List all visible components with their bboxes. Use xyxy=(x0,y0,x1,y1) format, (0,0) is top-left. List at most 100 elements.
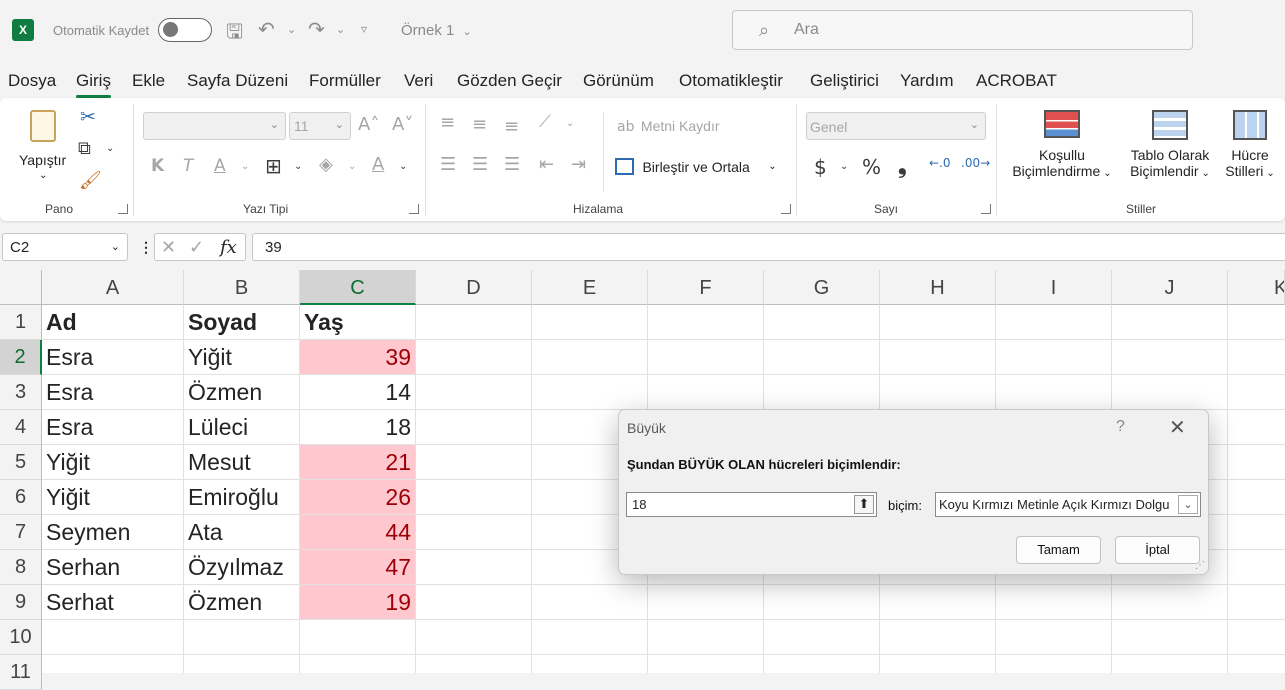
menu-yardim[interactable]: Yardım xyxy=(900,71,954,91)
cell-a7[interactable]: Seymen xyxy=(42,515,184,550)
cell-a4[interactable]: Esra xyxy=(42,410,184,445)
cell-b6[interactable]: Emiroğlu xyxy=(184,480,300,515)
menu-ekle[interactable]: Ekle xyxy=(132,71,165,91)
cell-c7[interactable]: 44 xyxy=(300,515,416,550)
font-size-combo[interactable]: 11 ⌄ xyxy=(289,112,351,140)
enter-icon[interactable]: ✓ xyxy=(189,237,204,258)
column-header-c[interactable]: C xyxy=(300,270,416,305)
cut-icon[interactable]: ✂ xyxy=(80,106,96,128)
empty-rows-area[interactable] xyxy=(42,620,416,673)
cell-a8[interactable]: Serhan xyxy=(42,550,184,585)
decrease-decimal-icon[interactable]: .00→ xyxy=(961,156,990,170)
cell-b2[interactable]: Yiğit xyxy=(184,340,300,375)
cell-b8[interactable]: Özyılmaz xyxy=(184,550,300,585)
italic-button[interactable]: T xyxy=(183,156,193,176)
conditional-formatting-button[interactable]: Koşullu Biçimlendirme ⌄ xyxy=(1006,110,1118,190)
fill-color-icon[interactable]: ◈ xyxy=(319,154,333,175)
row-header-4[interactable]: 4 xyxy=(0,410,42,445)
borders-dropdown-icon[interactable]: ⌄ xyxy=(294,161,302,172)
cancel-icon[interactable]: ✕ xyxy=(161,237,176,258)
cell-c3[interactable]: 14 xyxy=(300,375,416,410)
menu-gorunum[interactable]: Görünüm xyxy=(583,71,654,91)
threshold-input[interactable]: 18 ⬆ xyxy=(626,492,877,517)
row-header-3[interactable]: 3 xyxy=(0,375,42,410)
increase-indent-icon[interactable]: ⇥ xyxy=(571,154,586,175)
cell-c2[interactable]: 39 xyxy=(300,340,416,375)
font-color-icon[interactable]: A xyxy=(372,154,384,175)
column-header-e[interactable]: E xyxy=(532,270,648,305)
cancel-button[interactable]: İptal xyxy=(1115,536,1200,564)
menu-gelistirici[interactable]: Geliştirici xyxy=(810,71,879,91)
increase-font-icon[interactable]: A˄ xyxy=(358,114,379,135)
increase-decimal-icon[interactable]: ←.0 xyxy=(929,156,951,170)
row-header-2[interactable]: 2 xyxy=(0,340,42,375)
cell-a3[interactable]: Esra xyxy=(42,375,184,410)
cell-a9[interactable]: Serhat xyxy=(42,585,184,620)
close-icon[interactable]: ✕ xyxy=(1169,415,1186,439)
format-select[interactable]: Koyu Kırmızı Metinle Açık Kırmızı Dolgu … xyxy=(935,492,1201,517)
select-all-corner[interactable] xyxy=(0,270,42,305)
row-header-7[interactable]: 7 xyxy=(0,515,42,550)
undo-icon[interactable]: ↶ xyxy=(258,17,275,41)
align-right-icon[interactable]: ☰ xyxy=(504,154,520,175)
column-header-i[interactable]: I xyxy=(996,270,1112,305)
format-as-table-button[interactable]: Tablo Olarak Biçimlendir ⌄ xyxy=(1122,110,1218,190)
function-icon[interactable]: fx xyxy=(220,237,237,258)
align-left-icon[interactable]: ☰ xyxy=(440,154,456,175)
menu-sayfa-duzeni[interactable]: Sayfa Düzeni xyxy=(187,71,288,91)
cell-b3[interactable]: Özmen xyxy=(184,375,300,410)
copy-dropdown-icon[interactable]: ⌄ xyxy=(106,143,114,154)
column-header-f[interactable]: F xyxy=(648,270,764,305)
file-name[interactable]: Örnek 1 ⌄ xyxy=(401,22,472,39)
cell-b4[interactable]: Lüleci xyxy=(184,410,300,445)
decrease-font-icon[interactable]: A˅ xyxy=(392,114,413,135)
column-header-j[interactable]: J xyxy=(1112,270,1228,305)
decrease-indent-icon[interactable]: ⇤ xyxy=(539,154,554,175)
more-icon[interactable]: ⋮ xyxy=(139,239,153,256)
cell-c8[interactable]: 47 xyxy=(300,550,416,585)
menu-giris[interactable]: Giriş xyxy=(76,71,111,98)
formula-input[interactable]: 39 xyxy=(252,233,1285,261)
fill-dropdown-icon[interactable]: ⌄ xyxy=(348,161,356,172)
cell-a1[interactable]: Ad xyxy=(42,305,184,340)
bold-button[interactable]: K xyxy=(151,156,164,176)
underline-dropdown-icon[interactable]: ⌄ xyxy=(241,161,249,172)
borders-icon[interactable]: ⊞ xyxy=(265,154,282,178)
currency-dropdown-icon[interactable]: ⌄ xyxy=(840,161,848,172)
save-icon[interactable]: 🖫 xyxy=(226,17,243,51)
align-bottom-icon[interactable]: ≡ xyxy=(504,116,519,137)
help-button[interactable]: ? xyxy=(1116,418,1125,436)
row-header-5[interactable]: 5 xyxy=(0,445,42,480)
undo-dropdown-icon[interactable]: ⌄ xyxy=(287,23,296,36)
row-header-6[interactable]: 6 xyxy=(0,480,42,515)
underline-button[interactable]: A xyxy=(214,156,226,176)
name-box[interactable]: C2 ⌄ xyxy=(2,233,128,261)
cell-c4[interactable]: 18 xyxy=(300,410,416,445)
align-top-icon[interactable]: ≡ xyxy=(440,112,455,133)
alignment-launcher-icon[interactable] xyxy=(781,204,791,214)
orientation-icon[interactable]: ⟋ xyxy=(539,112,551,132)
column-header-d[interactable]: D xyxy=(416,270,532,305)
autosave-toggle[interactable] xyxy=(158,18,212,42)
redo-dropdown-icon[interactable]: ⌄ xyxy=(336,23,345,36)
cell-a2[interactable]: Esra xyxy=(42,340,184,375)
customize-toolbar-icon[interactable]: ▿ xyxy=(361,22,367,36)
chevron-down-icon[interactable]: ⌄ xyxy=(1178,495,1198,514)
cell-c1[interactable]: Yaş xyxy=(300,305,416,340)
cell-b1[interactable]: Soyad xyxy=(184,305,300,340)
number-format-combo[interactable]: Genel ⌄ xyxy=(806,112,986,140)
pano-launcher-icon[interactable] xyxy=(118,204,128,214)
column-header-g[interactable]: G xyxy=(764,270,880,305)
menu-otomatiklestir[interactable]: Otomatikleştir xyxy=(679,71,783,91)
menu-dosya[interactable]: Dosya xyxy=(8,71,56,91)
cell-b5[interactable]: Mesut xyxy=(184,445,300,480)
currency-button[interactable]: $ xyxy=(814,155,827,179)
row-header-8[interactable]: 8 xyxy=(0,550,42,585)
search-box[interactable]: ⌕ Ara xyxy=(732,10,1193,50)
align-middle-icon[interactable]: ≡ xyxy=(472,114,487,135)
paste-button[interactable]: Yapıştır ⌄ xyxy=(14,106,72,194)
cell-c9[interactable]: 19 xyxy=(300,585,416,620)
format-painter-icon[interactable]: 🖌 xyxy=(79,170,102,191)
row-header-1[interactable]: 1 xyxy=(0,305,42,340)
cell-b9[interactable]: Özmen xyxy=(184,585,300,620)
